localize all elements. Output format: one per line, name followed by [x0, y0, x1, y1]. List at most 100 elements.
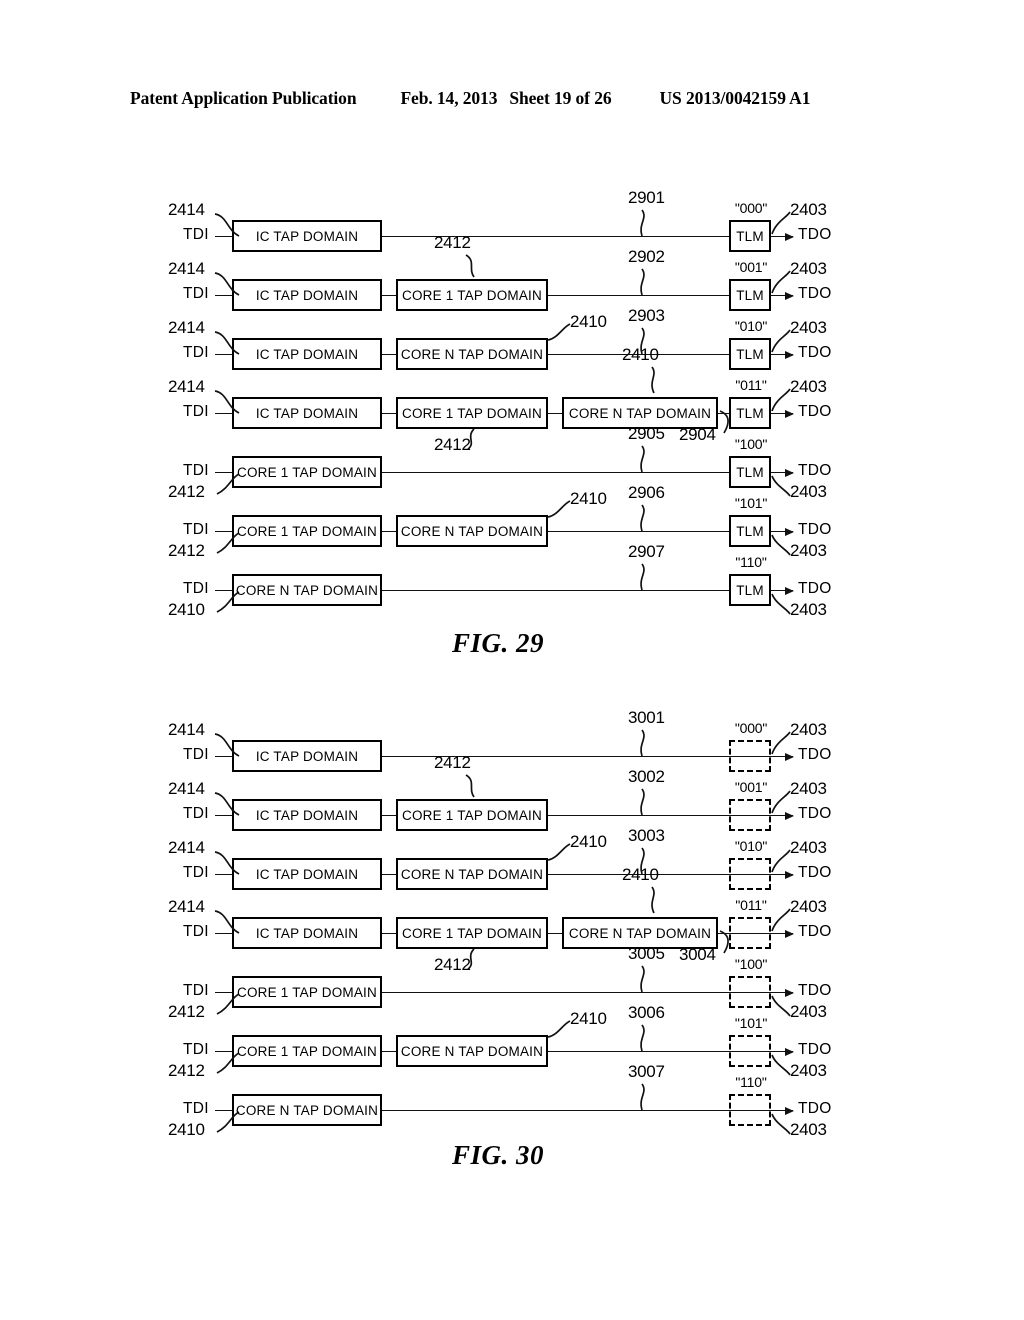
scan-path-row: TDI IC TAP DOMAIN TLM "000" TDO 2414 2403 2901	[0, 188, 1024, 255]
leader-line	[465, 254, 475, 278]
reference-numeral: 2410	[622, 865, 659, 884]
tlm-label: TLM	[736, 464, 764, 480]
tap-domain-box[interactable]: IC TAP DOMAIN	[232, 279, 382, 311]
tdi-connector	[215, 933, 232, 934]
tlm-block[interactable]	[729, 740, 771, 772]
page-header: Patent Application Publication Feb. 14, …	[130, 88, 894, 110]
tlm-block[interactable]	[729, 917, 771, 949]
tlm-block[interactable]: TLM	[729, 456, 771, 488]
scan-path-row: TDI CORE 1 TAP DOMAIN "100" TDO 2412 2403 3005	[0, 944, 1024, 1021]
tdi-label: TDI	[183, 226, 209, 243]
tap-domain-box[interactable]: IC TAP DOMAIN	[232, 799, 382, 831]
reference-numeral: 2403	[790, 897, 827, 916]
tap-domain-box[interactable]: IC TAP DOMAIN	[232, 917, 382, 949]
tdo-arrow	[771, 811, 794, 820]
reference-numeral: 2410	[570, 832, 607, 851]
header-date: Feb. 14, 2013	[400, 88, 498, 108]
tap-domain-box[interactable]: CORE 1 TAP DOMAIN	[396, 279, 548, 311]
tdo-arrow	[771, 870, 794, 879]
tdo-label: TDO	[798, 982, 832, 999]
leader-line	[640, 268, 645, 296]
tdo-arrow	[771, 1047, 794, 1056]
tdo-label: TDO	[798, 226, 832, 243]
tlm-block[interactable]	[729, 1094, 771, 1126]
tlm-block[interactable]	[729, 799, 771, 831]
tdo-label: TDO	[798, 344, 832, 361]
tap-domain-box[interactable]: IC TAP DOMAIN	[232, 740, 382, 772]
tlm-code-label: "110"	[735, 1074, 767, 1090]
tap-domain-box[interactable]: CORE 1 TAP DOMAIN	[396, 799, 548, 831]
scan-path-row: TDI CORE N TAP DOMAIN TLM "110" TDO 2410 2403 2…	[0, 542, 1024, 619]
tdi-connector	[215, 590, 232, 591]
tlm-block[interactable]: TLM	[729, 574, 771, 606]
reference-numeral: 2403	[790, 779, 827, 798]
tlm-block[interactable]	[729, 1035, 771, 1067]
tap-domain-box[interactable]: CORE N TAP DOMAIN	[232, 574, 382, 606]
tdi-connector	[215, 236, 232, 237]
reference-numeral: 2414	[168, 779, 205, 798]
leader-line	[465, 774, 475, 798]
tlm-block[interactable]: TLM	[729, 515, 771, 547]
tap-domain-box[interactable]: IC TAP DOMAIN	[232, 220, 382, 252]
scan-path-row: TDI CORE N TAP DOMAIN "110" TDO 2410 2403 3007	[0, 1062, 1024, 1139]
tap-domain-box[interactable]: CORE 1 TAP DOMAIN	[396, 397, 548, 429]
tdi-label: TDI	[183, 1100, 209, 1117]
tdo-label: TDO	[798, 1041, 832, 1058]
tlm-code-label: "100"	[734, 436, 768, 452]
reference-numeral: 2403	[790, 600, 827, 619]
tap-domain-box[interactable]: CORE N TAP DOMAIN	[396, 515, 548, 547]
reference-numeral: 2901	[628, 188, 665, 207]
tap-domain-box[interactable]: CORE N TAP DOMAIN	[232, 1094, 382, 1126]
tlm-block[interactable]	[729, 976, 771, 1008]
tlm-label: TLM	[736, 523, 764, 539]
tdo-arrow	[771, 929, 794, 938]
scan-path-row: TDI IC TAP DOMAIN CORE 1 TAP DOMAIN "001" TD…	[0, 753, 1024, 834]
tap-domain-box[interactable]: CORE N TAP DOMAIN	[396, 858, 548, 890]
tlm-block[interactable]	[729, 858, 771, 890]
tap-domain-box[interactable]: IC TAP DOMAIN	[232, 338, 382, 370]
figure-30-caption: FIG. 30	[452, 1140, 545, 1170]
scan-path-row: TDI IC TAP DOMAIN CORE 1 TAP DOMAIN TLM "001…	[0, 233, 1024, 314]
tdo-arrow	[771, 409, 794, 418]
reference-numeral: 2902	[628, 247, 665, 266]
tdo-arrow	[771, 232, 794, 241]
reference-numeral: 2403	[790, 200, 827, 219]
reference-numeral: 2414	[168, 838, 205, 857]
reference-numeral: 2414	[168, 200, 205, 219]
tlm-block[interactable]: TLM	[729, 220, 771, 252]
tdi-connector	[215, 472, 232, 473]
tap-domain-box[interactable]: CORE 1 TAP DOMAIN	[232, 976, 382, 1008]
tdi-label: TDI	[183, 344, 209, 361]
tap-domain-box[interactable]: CORE 1 TAP DOMAIN	[232, 456, 382, 488]
tdo-label: TDO	[798, 923, 832, 940]
scan-path-row: TDI CORE 1 TAP DOMAIN CORE N TAP DOMAIN "10…	[0, 1003, 1024, 1080]
reference-numeral: 2403	[790, 259, 827, 278]
tlm-label: TLM	[736, 228, 764, 244]
tdi-label: TDI	[183, 580, 209, 597]
box-connector	[382, 295, 396, 296]
tap-domain-box[interactable]: CORE 1 TAP DOMAIN	[232, 515, 382, 547]
box-connector	[382, 933, 396, 934]
tap-domain-box[interactable]: CORE 1 TAP DOMAIN	[232, 1035, 382, 1067]
reference-numeral: 2414	[168, 259, 205, 278]
tap-domain-box[interactable]: CORE 1 TAP DOMAIN	[396, 917, 548, 949]
tlm-block[interactable]: TLM	[729, 279, 771, 311]
scan-path-row: TDI IC TAP DOMAIN "000" TDO 2414 2403 3001	[0, 708, 1024, 775]
tlm-code-label: "000"	[734, 200, 768, 216]
scan-signal-line	[382, 992, 775, 993]
tap-domain-box[interactable]: CORE N TAP DOMAIN	[396, 338, 548, 370]
box-connector	[548, 413, 562, 414]
tap-domain-box[interactable]: CORE N TAP DOMAIN	[396, 1035, 548, 1067]
tdo-arrow	[771, 350, 794, 359]
tlm-block[interactable]: TLM	[729, 397, 771, 429]
tap-domain-box[interactable]: IC TAP DOMAIN	[232, 397, 382, 429]
reference-numeral: 2414	[168, 377, 205, 396]
tap-domain-box[interactable]: IC TAP DOMAIN	[232, 858, 382, 890]
tlm-block[interactable]: TLM	[729, 338, 771, 370]
reference-numeral: 2414	[168, 318, 205, 337]
leader-line	[640, 965, 645, 993]
scan-signal-line	[382, 1110, 775, 1111]
tlm-code-label: "001"	[734, 779, 768, 795]
tdi-connector	[215, 992, 232, 993]
leader-line	[640, 1024, 645, 1052]
